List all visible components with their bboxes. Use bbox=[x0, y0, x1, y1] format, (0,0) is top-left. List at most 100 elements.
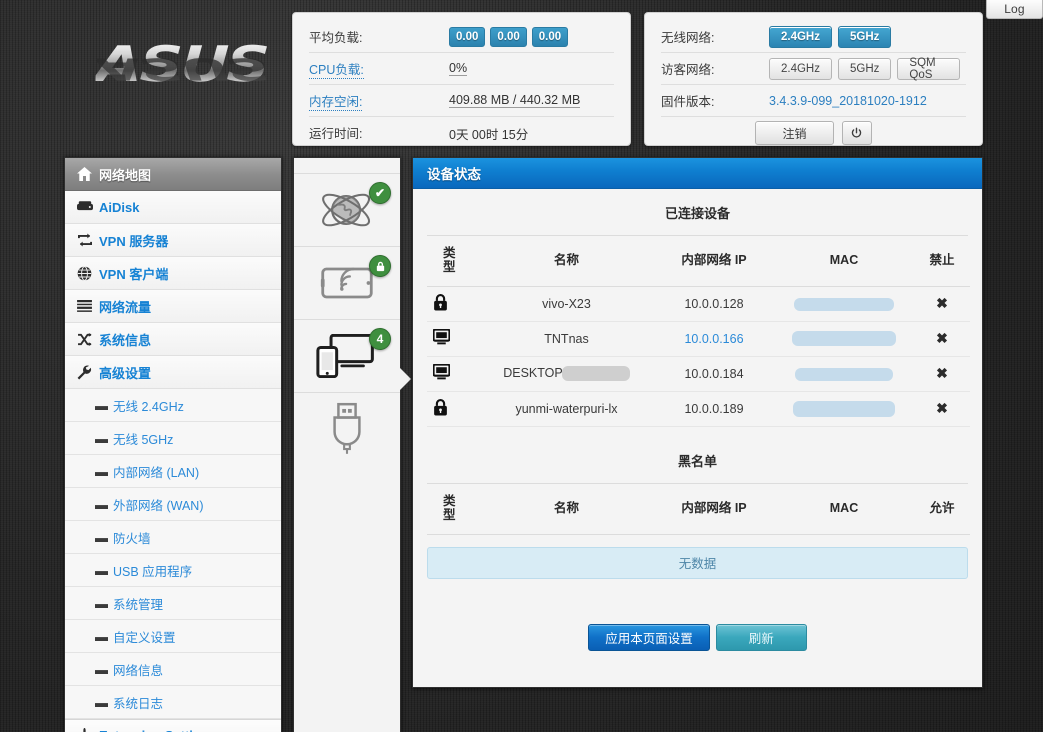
asus-logo: ASUS ASUS bbox=[96, 40, 286, 118]
dash-icon: ▬ bbox=[95, 530, 113, 545]
cell-type bbox=[427, 286, 479, 321]
cell-ip[interactable]: 10.0.0.166 bbox=[654, 321, 774, 356]
block-device-button[interactable]: ✖ bbox=[936, 400, 948, 416]
table-row: vivo-X23 10.0.0.128 ✖ bbox=[427, 286, 970, 321]
th-connected-name: 名称 bbox=[479, 236, 654, 286]
guest-band-24[interactable]: 2.4GHz bbox=[769, 58, 832, 80]
th-connected-block: 禁止 bbox=[914, 236, 970, 286]
wireless-tablet-icon bbox=[319, 264, 375, 302]
mac-redaction bbox=[794, 298, 894, 311]
sidebar-item-wireless-5[interactable]: ▬ 无线 5GHz bbox=[65, 422, 281, 455]
name-redaction bbox=[562, 366, 630, 381]
home-icon bbox=[77, 167, 99, 181]
sqm-qos-button[interactable]: SQM QoS bbox=[897, 58, 960, 80]
map-slot-internet[interactable]: ✔ bbox=[294, 173, 400, 246]
map-slot-usb[interactable] bbox=[294, 392, 400, 465]
cell-action[interactable]: ✖ bbox=[914, 391, 970, 426]
reboot-button[interactable] bbox=[842, 121, 872, 145]
memory-free-label[interactable]: 内存空闲: bbox=[309, 91, 362, 111]
cpu-load-label[interactable]: CPU负载: bbox=[309, 59, 364, 79]
block-device-button[interactable]: ✖ bbox=[936, 330, 948, 346]
map-slot-wireless[interactable] bbox=[294, 246, 400, 319]
wireless-band-24[interactable]: 2.4GHz bbox=[769, 26, 832, 48]
block-device-button[interactable]: ✖ bbox=[936, 365, 948, 381]
cell-name: DESKTOP bbox=[479, 356, 654, 391]
connected-table-header-row: 类型 名称 内部网络 IP MAC 禁止 bbox=[427, 236, 970, 286]
log-tab-label: Log bbox=[1004, 2, 1025, 16]
log-tab[interactable]: Log bbox=[986, 0, 1043, 19]
sidebar-item-traffic[interactable]: 网络流量 bbox=[65, 290, 281, 323]
sidebar-item-wan[interactable]: ▬ 外部网络 (WAN) bbox=[65, 488, 281, 521]
memory-free-row: 内存空闲: 409.88 MB / 440.32 MB bbox=[309, 85, 614, 117]
wireless-security-badge bbox=[369, 255, 391, 277]
cell-mac bbox=[774, 356, 914, 391]
dash-icon: ▬ bbox=[95, 563, 113, 578]
sidebar-item-vpn-server[interactable]: VPN 服务器 bbox=[65, 224, 281, 257]
map-slot-clients[interactable]: 4 bbox=[294, 319, 400, 392]
device-status-panel: 设备状态 已连接设备 类型 名称 内部网络 IP MAC 禁止 bbox=[412, 157, 983, 688]
sidebar-label-vpn-client: VPN 客户端 bbox=[99, 264, 168, 283]
sidebar-item-vpn-client[interactable]: VPN 客户端 bbox=[65, 257, 281, 290]
sidebar-item-aidisk[interactable]: AiDisk bbox=[65, 191, 281, 224]
table-row: DESKTOP 10.0.0.184 ✖ bbox=[427, 356, 970, 391]
lock-icon bbox=[433, 399, 448, 416]
wireless-band-5[interactable]: 5GHz bbox=[838, 26, 891, 48]
dash-icon: ▬ bbox=[95, 464, 113, 479]
session-actions-row: 注销 bbox=[661, 117, 966, 149]
sidebar-item-usb-app[interactable]: ▬ USB 应用程序 bbox=[65, 554, 281, 587]
dash-icon: ▬ bbox=[95, 695, 113, 710]
sidebar-item-wireless-24[interactable]: ▬ 无线 2.4GHz bbox=[65, 389, 281, 422]
sidebar-item-firewall[interactable]: ▬ 防火墙 bbox=[65, 521, 281, 554]
cell-action[interactable]: ✖ bbox=[914, 356, 970, 391]
table-row: TNTnas 10.0.0.166 ✖ bbox=[427, 321, 970, 356]
selected-arrow-icon bbox=[400, 368, 411, 390]
refresh-button[interactable]: 刷新 bbox=[716, 624, 807, 651]
guest-network-label: 访客网络: bbox=[661, 63, 714, 77]
sidebar-item-administration[interactable]: ▬ 系统管理 bbox=[65, 587, 281, 620]
asus-logo-reflection: ASUS bbox=[96, 54, 268, 84]
apply-settings-button[interactable]: 应用本页面设置 bbox=[588, 624, 710, 651]
shuffle-icon bbox=[77, 333, 99, 346]
sidebar-item-network-tools[interactable]: ▬ 网络信息 bbox=[65, 653, 281, 686]
logout-button[interactable]: 注销 bbox=[755, 121, 833, 145]
disk-icon bbox=[77, 201, 99, 213]
sidebar-item-extension-settings[interactable]: Extension Settings bbox=[65, 719, 281, 732]
sidebar-label-wireless-24: 无线 2.4GHz bbox=[113, 396, 184, 415]
cell-name: yunmi-waterpuri-lx bbox=[479, 391, 654, 426]
cell-name: vivo-X23 bbox=[479, 286, 654, 321]
internet-globe-icon bbox=[319, 185, 375, 235]
wireless-row: 无线网络: 2.4GHz 5GHz bbox=[661, 21, 966, 53]
th-connected-mac: MAC bbox=[774, 236, 914, 286]
cell-ip: 10.0.0.189 bbox=[654, 391, 774, 426]
panel-title-bar: 设备状态 bbox=[413, 158, 982, 189]
sidebar-label-firewall: 防火墙 bbox=[113, 528, 151, 547]
cell-action[interactable]: ✖ bbox=[914, 321, 970, 356]
sidebar-item-advanced[interactable]: 高级设置 bbox=[65, 356, 281, 389]
cell-ip: 10.0.0.184 bbox=[654, 356, 774, 391]
mac-redaction bbox=[795, 368, 893, 381]
vpn-server-icon bbox=[77, 233, 99, 247]
firmware-version-link[interactable]: 3.4.3.9-099_20181020-1912 bbox=[769, 94, 927, 108]
blacklist-empty-message: 无数据 bbox=[427, 547, 968, 579]
lock-icon bbox=[433, 294, 448, 311]
sidebar-item-system-info[interactable]: 系统信息 bbox=[65, 323, 281, 356]
cell-action[interactable]: ✖ bbox=[914, 286, 970, 321]
dash-icon: ▬ bbox=[95, 629, 113, 644]
cell-name: TNTnas bbox=[479, 321, 654, 356]
sidebar-item-system-log[interactable]: ▬ 系统日志 bbox=[65, 686, 281, 719]
loadavg-pill-2: 0.00 bbox=[490, 27, 526, 47]
cell-type bbox=[427, 391, 479, 426]
cpu-load-value: 0% bbox=[449, 61, 467, 76]
monitor-icon bbox=[433, 364, 450, 380]
sidebar-item-network-map[interactable]: 网络地图 bbox=[65, 158, 281, 191]
cell-type bbox=[427, 321, 479, 356]
guest-band-5[interactable]: 5GHz bbox=[838, 58, 891, 80]
sidebar-item-lan[interactable]: ▬ 内部网络 (LAN) bbox=[65, 455, 281, 488]
network-status-card: 无线网络: 2.4GHz 5GHz 访客网络: 2.4GHz 5GHz SQM … bbox=[644, 12, 983, 146]
sidebar-label-network-map: 网络地图 bbox=[99, 165, 151, 184]
loadavg-label: 平均负载: bbox=[309, 31, 362, 45]
sidebar-label-advanced: 高级设置 bbox=[99, 363, 151, 382]
firmware-label: 固件版本: bbox=[661, 95, 714, 109]
block-device-button[interactable]: ✖ bbox=[936, 295, 948, 311]
sidebar-item-custom-settings[interactable]: ▬ 自定义设置 bbox=[65, 620, 281, 653]
